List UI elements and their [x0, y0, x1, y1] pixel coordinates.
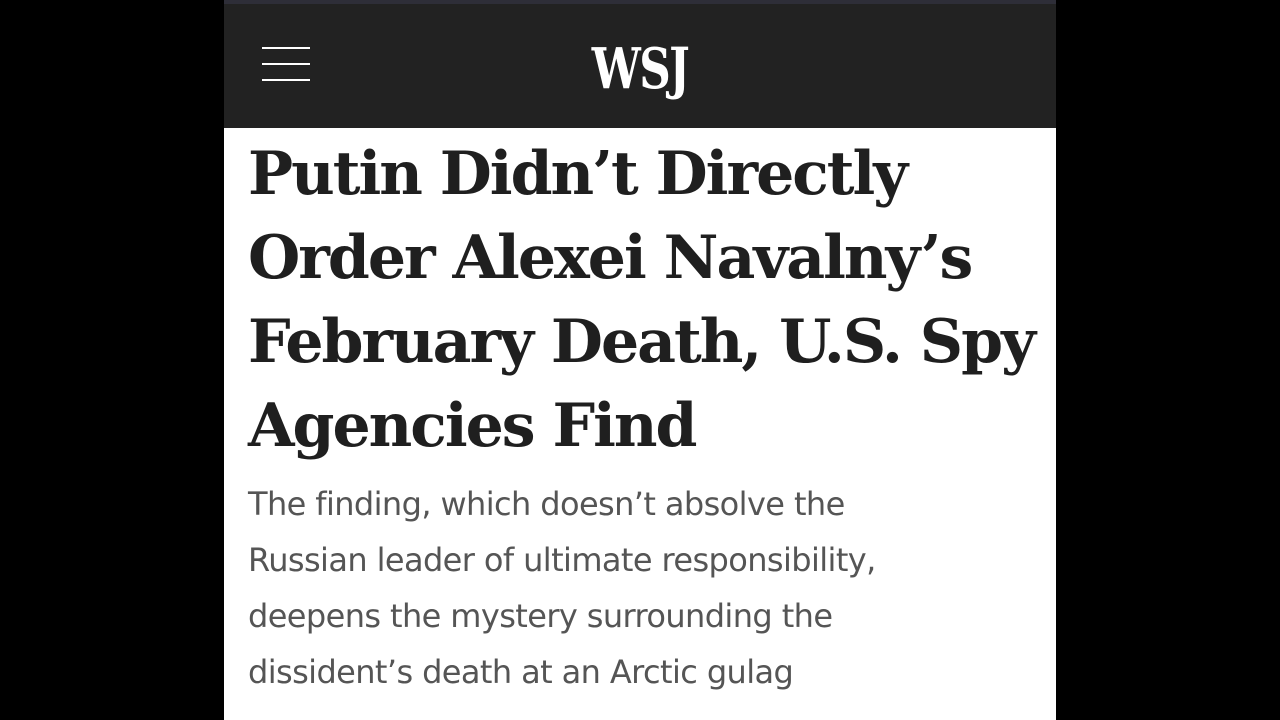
dek-line: The finding, which doesn’t absolve the — [248, 485, 845, 523]
headline-line: Putin Didn’t Directly — [248, 139, 908, 209]
menu-line — [262, 79, 310, 81]
dek-line: Russian leader of ultimate responsibilit… — [248, 541, 876, 579]
headline-line: Order Alexei Navalny’s — [248, 223, 973, 293]
phone-screen: WSJ Putin Didn’t Directly Order Alexei N… — [224, 0, 1056, 720]
dek-line: dissident’s death at an Arctic gulag — [248, 653, 794, 691]
menu-line — [262, 63, 310, 65]
wsj-logo[interactable]: WSJ — [316, 34, 965, 104]
dek-line: deepens the mystery surrounding the — [248, 597, 833, 635]
headline-line: February Death, U.S. Spy — [248, 307, 1036, 377]
menu-line — [262, 47, 310, 49]
article-headline: Putin Didn’t Directly Order Alexei Naval… — [248, 132, 1038, 468]
hamburger-menu-icon[interactable] — [262, 44, 310, 84]
top-nav-bar: WSJ — [224, 0, 1056, 128]
headline-line: Agencies Find — [248, 391, 697, 461]
article-dek: The finding, which doesn’t absolve the R… — [248, 476, 1038, 700]
